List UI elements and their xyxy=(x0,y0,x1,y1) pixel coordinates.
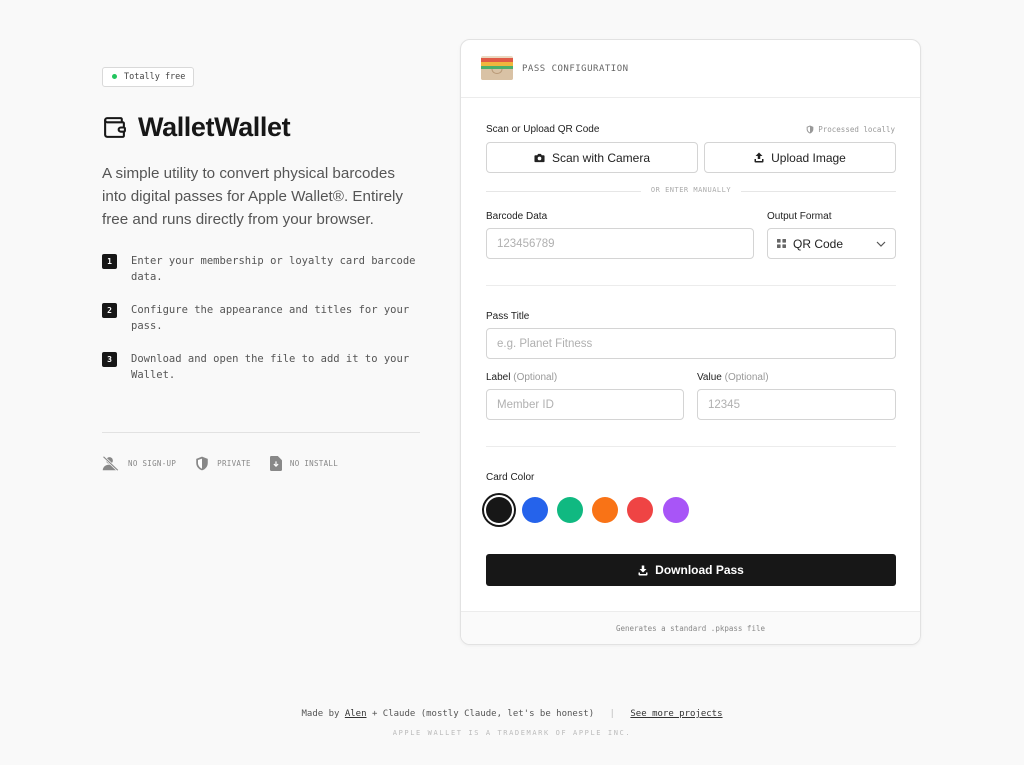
feature-no-signup: NO SIGN-UP xyxy=(102,456,176,471)
wallet-cards-icon xyxy=(481,56,513,80)
step-item: 3 Download and open the file to add it t… xyxy=(102,351,422,383)
feature-private: PRIVATE xyxy=(195,456,251,471)
or-enter-manually-label: OR ENTER MANUALLY xyxy=(641,186,741,194)
optional-tag: (Optional) xyxy=(724,372,769,383)
barcode-placeholder: 123456789 xyxy=(497,237,555,250)
pass-title-placeholder: e.g. Planet Fitness xyxy=(497,337,593,350)
card-color-label: Card Color xyxy=(486,472,535,483)
hero-section: Totally free WalletWallet A simple utili… xyxy=(102,66,422,400)
card-footer-note: Generates a standard .pkpass file xyxy=(615,623,765,633)
trademark-note: APPLE WALLET IS A TRADEMARK OF APPLE INC… xyxy=(392,729,632,737)
download-pass-label: Download Pass xyxy=(655,563,744,577)
processed-locally-note: Processed locally xyxy=(806,125,895,134)
output-format-select[interactable]: QR Code xyxy=(767,228,896,259)
section-divider xyxy=(486,285,896,286)
pass-title-input[interactable]: e.g. Planet Fitness xyxy=(486,328,896,359)
value-field-label: Value (Optional) xyxy=(697,372,769,383)
color-swatch-orange[interactable] xyxy=(592,497,618,523)
feature-no-install: NO INSTALL xyxy=(269,456,339,471)
output-format-label: Output Format xyxy=(767,211,832,222)
user-off-icon xyxy=(102,456,119,471)
color-swatch-black[interactable] xyxy=(486,497,512,523)
upload-image-label: Upload Image xyxy=(771,150,846,165)
shield-icon xyxy=(806,125,814,134)
value-placeholder: 12345 xyxy=(708,398,740,411)
left-divider xyxy=(102,432,420,433)
step-text: Configure the appearance and titles for … xyxy=(131,303,410,332)
label-field-text: Label xyxy=(486,372,511,383)
output-format-value: QR Code xyxy=(793,236,844,251)
section-divider xyxy=(486,446,896,447)
color-swatch-green[interactable] xyxy=(557,497,583,523)
footer-separator: | xyxy=(609,709,615,719)
qr-grid-icon xyxy=(777,239,786,248)
app-title: WalletWallet xyxy=(138,111,291,142)
camera-icon xyxy=(534,153,545,162)
color-swatch-red[interactable] xyxy=(627,497,653,523)
step-item: 1 Enter your membership or loyalty card … xyxy=(102,253,422,285)
step-text: Enter your membership or loyalty card ba… xyxy=(131,254,416,283)
card-header: PASS CONFIGURATION xyxy=(461,40,920,98)
scan-camera-button[interactable]: Scan with Camera xyxy=(486,142,698,173)
upload-icon xyxy=(754,152,764,163)
feature-list: NO SIGN-UP PRIVATE NO INSTALL xyxy=(102,456,338,471)
shield-icon xyxy=(196,456,208,471)
made-by-suffix: + Claude (mostly Claude, let's be honest… xyxy=(371,709,595,719)
barcode-label: Barcode Data xyxy=(486,211,548,222)
pass-title-label: Pass Title xyxy=(486,311,530,322)
card-header-title: PASS CONFIGURATION xyxy=(522,64,629,74)
free-badge: Totally free xyxy=(102,66,195,87)
app-description: A simple utility to convert physical bar… xyxy=(102,164,404,228)
feature-label: NO INSTALL xyxy=(289,459,339,468)
page-footer: Made by Alen + Claude (mostly Claude, le… xyxy=(0,709,1024,719)
file-download-icon xyxy=(269,456,282,471)
feature-label: NO SIGN-UP xyxy=(128,459,177,468)
chevron-down-icon xyxy=(876,241,886,247)
free-badge-label: Totally free xyxy=(124,71,186,82)
download-icon xyxy=(638,565,648,575)
color-swatch-blue[interactable] xyxy=(522,497,548,523)
optional-tag: (Optional) xyxy=(513,372,558,383)
status-dot-icon xyxy=(112,74,117,79)
scan-label: Scan or Upload QR Code xyxy=(486,124,600,135)
step-item: 2 Configure the appearance and titles fo… xyxy=(102,302,422,334)
label-field-label: Label (Optional) xyxy=(486,372,557,383)
label-placeholder: Member ID xyxy=(497,398,554,411)
color-swatch-purple[interactable] xyxy=(663,497,689,523)
pass-config-card: PASS CONFIGURATION Scan or Upload QR Cod… xyxy=(460,39,921,645)
author-link[interactable]: Alen xyxy=(345,709,367,719)
see-more-projects-link[interactable]: See more projects xyxy=(630,709,722,719)
step-number: 1 xyxy=(102,253,117,269)
upload-image-button[interactable]: Upload Image xyxy=(704,142,896,173)
value-input[interactable]: 12345 xyxy=(697,389,896,420)
steps-list: 1 Enter your membership or loyalty card … xyxy=(102,253,422,383)
scan-camera-label: Scan with Camera xyxy=(551,150,651,165)
download-pass-button[interactable]: Download Pass xyxy=(486,554,896,586)
card-footer: Generates a standard .pkpass file xyxy=(461,611,920,644)
wallet-icon xyxy=(104,116,126,138)
made-by-prefix: Made by xyxy=(301,709,340,719)
feature-label: PRIVATE xyxy=(217,459,251,468)
step-number: 3 xyxy=(102,351,117,367)
processed-locally-label: Processed locally xyxy=(818,125,895,134)
brand: WalletWallet xyxy=(102,112,422,143)
barcode-input[interactable]: 123456789 xyxy=(486,228,754,259)
label-input[interactable]: Member ID xyxy=(486,389,684,420)
value-field-text: Value xyxy=(697,372,722,383)
step-text: Download and open the file to add it to … xyxy=(131,352,410,381)
step-number: 2 xyxy=(102,302,117,318)
